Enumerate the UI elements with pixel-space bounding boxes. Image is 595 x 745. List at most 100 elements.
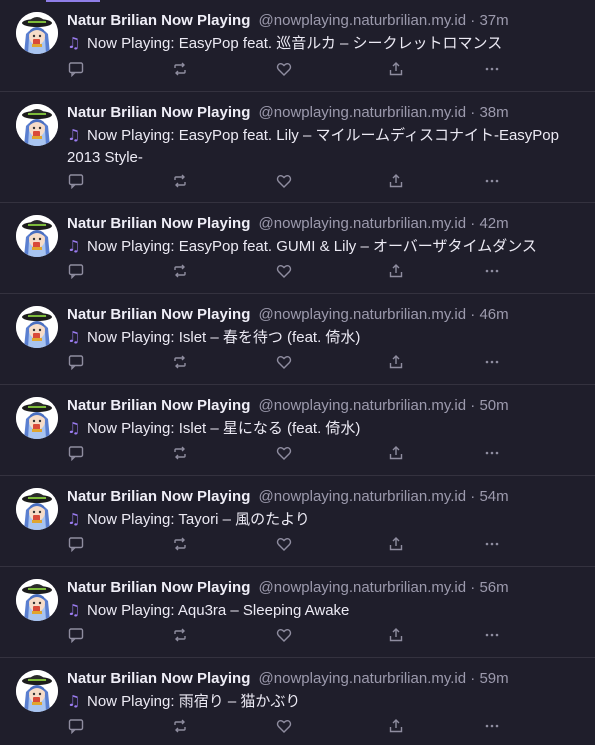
share-button[interactable] [387,717,405,735]
share-button[interactable] [387,535,405,553]
author-name[interactable]: Natur Brilian Now Playing [67,670,250,687]
author-handle[interactable]: @nowplaying.naturbrilian.my.id [259,488,467,505]
more-button[interactable] [483,172,501,190]
reply-button[interactable] [67,717,85,735]
like-button[interactable] [275,60,293,78]
share-icon [388,61,404,77]
share-button[interactable] [387,60,405,78]
share-button[interactable] [387,353,405,371]
post-header: Natur Brilian Now Playing @nowplaying.na… [67,214,509,234]
author-handle[interactable]: @nowplaying.naturbrilian.my.id [259,12,467,29]
more-button[interactable] [483,60,501,78]
more-icon [484,354,500,370]
post-item[interactable]: Natur Brilian Now Playing @nowplaying.na… [0,92,595,203]
like-button[interactable] [275,535,293,553]
repost-button[interactable] [171,535,189,553]
like-button[interactable] [275,444,293,462]
share-button[interactable] [387,262,405,280]
like-button[interactable] [275,262,293,280]
author-handle[interactable]: @nowplaying.naturbrilian.my.id [259,397,467,414]
reply-icon [68,354,84,370]
post-text: ♫ Now Playing: EasyPop feat. 巡音ルカ – シークレッ… [67,32,582,55]
post-text: ♫ Now Playing: Tayori – 風のたより [67,508,582,531]
post-item[interactable]: Natur Brilian Now Playing @nowplaying.na… [0,385,595,476]
more-button[interactable] [483,535,501,553]
avatar[interactable] [16,306,58,348]
like-icon [276,263,292,279]
more-button[interactable] [483,717,501,735]
share-button[interactable] [387,626,405,644]
repost-button[interactable] [171,172,189,190]
post-actions [67,626,507,644]
author-name[interactable]: Natur Brilian Now Playing [67,579,250,596]
author-handle[interactable]: @nowplaying.naturbrilian.my.id [259,670,467,687]
more-icon [484,173,500,189]
avatar[interactable] [16,488,58,530]
post-item[interactable]: Natur Brilian Now Playing @nowplaying.na… [0,658,595,745]
post-timestamp[interactable]: 37m [479,12,508,29]
repost-button[interactable] [171,444,189,462]
post-timestamp[interactable]: 56m [479,579,508,596]
repost-button[interactable] [171,262,189,280]
avatar[interactable] [16,104,58,146]
author-handle[interactable]: @nowplaying.naturbrilian.my.id [259,104,467,121]
reply-button[interactable] [67,353,85,371]
author-name[interactable]: Natur Brilian Now Playing [67,12,250,29]
reply-button[interactable] [67,262,85,280]
reply-button[interactable] [67,444,85,462]
repost-button[interactable] [171,626,189,644]
post-timestamp[interactable]: 50m [479,397,508,414]
share-button[interactable] [387,444,405,462]
post-text: ♫ Now Playing: EasyPop feat. GUMI & Lily … [67,235,582,258]
like-button[interactable] [275,717,293,735]
repost-button[interactable] [171,353,189,371]
post-header: Natur Brilian Now Playing @nowplaying.na… [67,578,509,598]
more-button[interactable] [483,626,501,644]
post-text-body: Now Playing: Tayori – 風のたより [87,511,310,528]
more-button[interactable] [483,444,501,462]
author-handle[interactable]: @nowplaying.naturbrilian.my.id [259,579,467,596]
reply-icon [68,445,84,461]
author-name[interactable]: Natur Brilian Now Playing [67,488,250,505]
reply-button[interactable] [67,535,85,553]
avatar[interactable] [16,579,58,621]
post-header: Natur Brilian Now Playing @nowplaying.na… [67,103,509,123]
avatar[interactable] [16,215,58,257]
post-item[interactable]: Natur Brilian Now Playing @nowplaying.na… [0,294,595,385]
post-timestamp[interactable]: 38m [479,104,508,121]
author-name[interactable]: Natur Brilian Now Playing [67,306,250,323]
post-text-body: Now Playing: EasyPop feat. 巡音ルカ – シークレット… [87,35,503,52]
avatar-illustration [16,306,58,348]
repost-button[interactable] [171,717,189,735]
post-timestamp[interactable]: 54m [479,488,508,505]
avatar[interactable] [16,397,58,439]
reply-icon [68,536,84,552]
post-item[interactable]: Natur Brilian Now Playing @nowplaying.na… [0,0,595,92]
post-item[interactable]: Natur Brilian Now Playing @nowplaying.na… [0,476,595,567]
post-timestamp[interactable]: 42m [479,215,508,232]
like-button[interactable] [275,626,293,644]
avatar-illustration [16,104,58,146]
more-button[interactable] [483,353,501,371]
author-name[interactable]: Natur Brilian Now Playing [67,397,250,414]
reply-button[interactable] [67,60,85,78]
avatar[interactable] [16,12,58,54]
share-button[interactable] [387,172,405,190]
more-button[interactable] [483,262,501,280]
repost-button[interactable] [171,60,189,78]
reply-button[interactable] [67,626,85,644]
post-timestamp[interactable]: 46m [479,306,508,323]
author-handle[interactable]: @nowplaying.naturbrilian.my.id [259,306,467,323]
author-name[interactable]: Natur Brilian Now Playing [67,104,250,121]
author-name[interactable]: Natur Brilian Now Playing [67,215,250,232]
avatar[interactable] [16,670,58,712]
like-button[interactable] [275,172,293,190]
post-item[interactable]: Natur Brilian Now Playing @nowplaying.na… [0,567,595,658]
reply-button[interactable] [67,172,85,190]
post-timestamp[interactable]: 59m [479,670,508,687]
author-handle[interactable]: @nowplaying.naturbrilian.my.id [259,215,467,232]
post-item[interactable]: Natur Brilian Now Playing @nowplaying.na… [0,203,595,294]
music-note-icon: ♫ [67,601,81,619]
separator-dot: · [470,306,476,323]
like-button[interactable] [275,353,293,371]
